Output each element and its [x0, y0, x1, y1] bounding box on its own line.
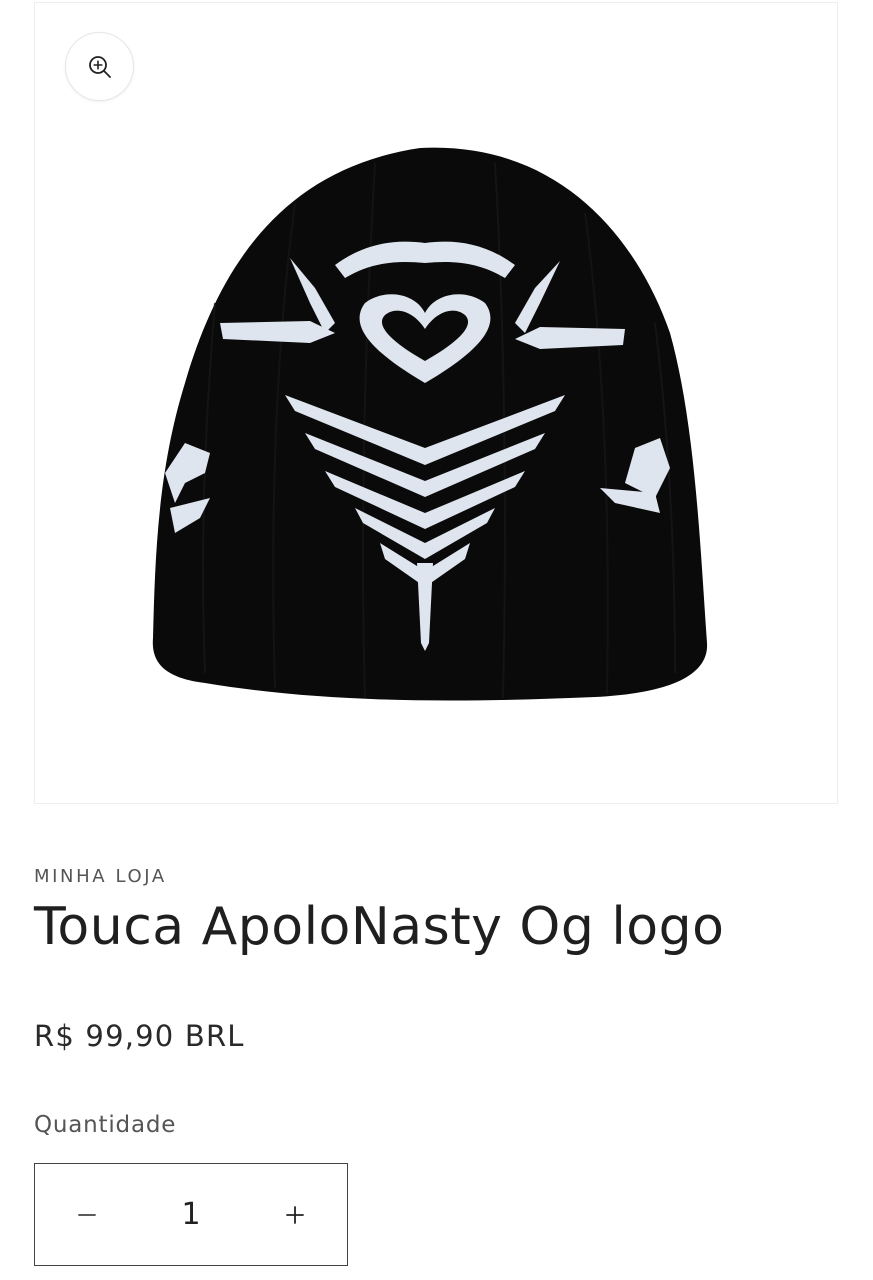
- decrease-quantity-button[interactable]: [35, 1164, 139, 1265]
- minus-icon: [78, 1213, 96, 1216]
- product-image: [152, 147, 708, 701]
- product-vendor: MINHA LOJA: [34, 866, 167, 887]
- zoom-in-icon: [88, 55, 111, 78]
- quantity-input[interactable]: 1: [139, 1197, 243, 1232]
- product-title: Touca ApoloNasty Og logo: [34, 897, 725, 957]
- product-page: MINHA LOJA Touca ApoloNasty Og logo R$ 9…: [0, 0, 873, 1280]
- product-media[interactable]: [34, 2, 838, 804]
- increase-quantity-button[interactable]: [243, 1164, 347, 1265]
- quantity-label: Quantidade: [34, 1112, 177, 1138]
- plus-icon: [286, 1205, 304, 1224]
- product-price: R$ 99,90 BRL: [34, 1019, 245, 1053]
- zoom-button[interactable]: [65, 32, 134, 101]
- quantity-stepper: 1: [34, 1163, 348, 1266]
